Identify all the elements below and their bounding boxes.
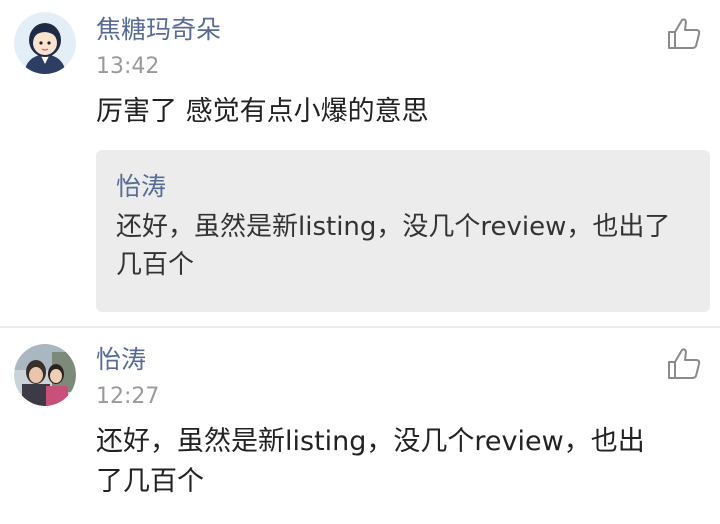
comment-username[interactable]: 怡涛	[96, 345, 146, 375]
comment-text: 还好，虽然是新listing，没几个review，也出 了几百个	[96, 422, 645, 502]
comment-item: 焦糖玛奇朵 13:42 厉害了 感觉有点小爆的意思 怡涛 还好，虽然是新list…	[0, 0, 720, 326]
reply-author: 怡涛	[116, 172, 167, 201]
reply-text-line: 几百个	[116, 250, 195, 280]
comment-text: 厉害了 感觉有点小爆的意思	[96, 96, 429, 127]
comment-timestamp: 12:27	[96, 384, 160, 409]
comment-text-line: 了几百个	[96, 466, 204, 497]
comment-text-line: 还好，虽然是新listing，没几个review，也出	[96, 426, 645, 457]
like-button[interactable]	[664, 14, 704, 54]
comment-item: 怡涛 12:27 还好，虽然是新listing，没几个review，也出 了几百…	[0, 328, 720, 524]
thumbs-up-icon	[668, 348, 701, 379]
reply-text-line: 还好，虽然是新listing，没几个review，也出了	[116, 212, 671, 242]
comment-username[interactable]: 焦糖玛奇朵	[96, 15, 221, 45]
avatar[interactable]	[14, 344, 76, 406]
avatar[interactable]	[14, 12, 76, 74]
avatar-photo-icon	[14, 344, 76, 406]
comment-timestamp: 13:42	[96, 54, 160, 79]
author-reply: 怡涛 还好，虽然是新listing，没几个review，也出了 几百个	[96, 150, 710, 312]
like-button[interactable]	[664, 344, 704, 384]
reply-text: 还好，虽然是新listing，没几个review，也出了 几百个	[116, 208, 696, 284]
thumbs-up-icon	[668, 18, 701, 49]
avatar-cartoon-girl-icon	[14, 12, 76, 74]
